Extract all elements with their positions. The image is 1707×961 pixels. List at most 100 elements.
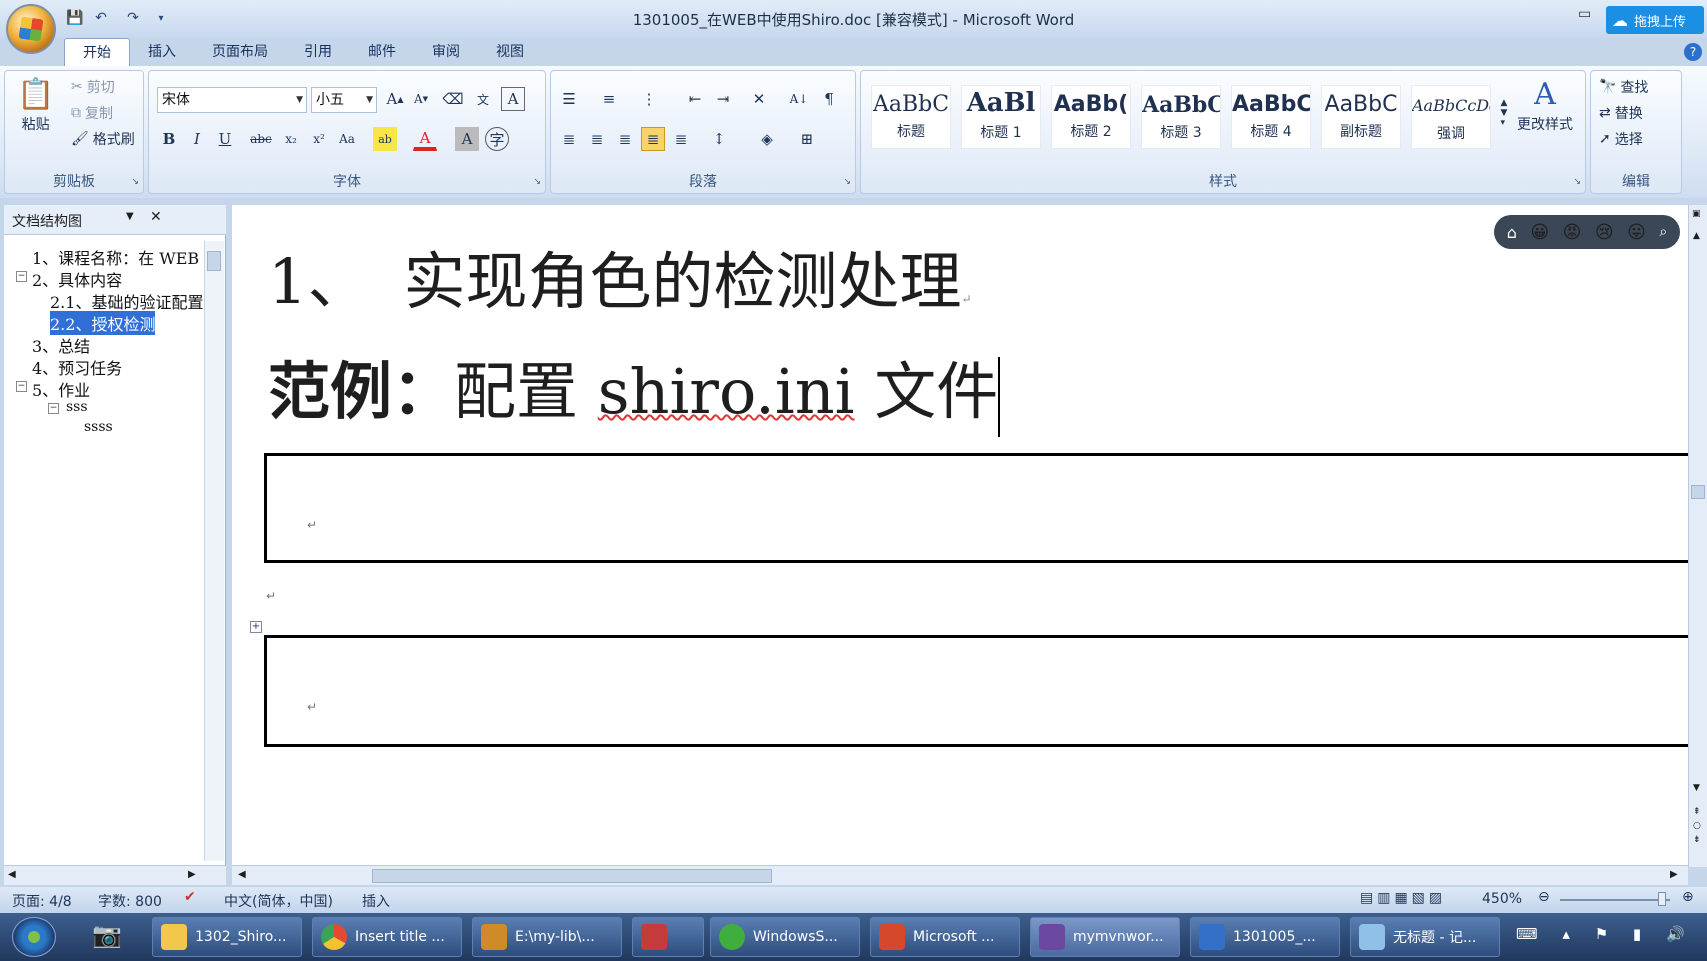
nav-item[interactable]: ssss — [84, 419, 113, 435]
font-name-combo[interactable]: 宋体 ▼ — [157, 87, 307, 113]
style-title[interactable]: AaBbC 标题 — [871, 85, 951, 149]
scroll-thumb[interactable] — [372, 869, 772, 883]
clear-format-icon[interactable]: ⌫ — [441, 87, 465, 111]
phonetic-guide-icon[interactable]: 文 — [471, 87, 495, 111]
dialog-launcher-icon[interactable]: ↘ — [131, 177, 139, 187]
code-table-1[interactable]: ↵ — [264, 453, 1688, 563]
distributed-icon[interactable]: ≣ — [669, 127, 693, 151]
tab-references[interactable]: 引用 — [286, 38, 350, 66]
dialog-launcher-icon[interactable]: ↘ — [843, 177, 851, 187]
font-size-combo[interactable]: 小五 ▼ — [311, 87, 377, 113]
grow-font-icon[interactable]: A ▲ — [383, 87, 407, 111]
format-painter-button[interactable]: 🖌 格式刷 — [71, 129, 135, 149]
zoom-level[interactable]: 450% — [1482, 891, 1522, 907]
show-marks-icon[interactable]: ¶ — [817, 87, 841, 111]
scroll-down-icon[interactable]: ▼ — [1693, 783, 1700, 793]
align-left-icon[interactable]: ≣ — [557, 127, 581, 151]
decrease-indent-icon[interactable]: ⇤ — [683, 87, 707, 111]
browse-object-icon[interactable]: ⇞ ○ ⇟ — [1693, 805, 1701, 847]
document-area[interactable]: ⌂ 😀 😡 😢 😛 ⌕ 1、 实现角色的检测处理↵ 范例：配置 shiro.ini… — [232, 205, 1688, 867]
tab-insert[interactable]: 插入 — [130, 38, 194, 66]
style-heading-3[interactable]: AaBbC 标题 3 — [1141, 85, 1221, 149]
code-table-2[interactable]: ↵ — [264, 635, 1688, 747]
tab-home[interactable]: 开始 — [64, 38, 130, 66]
align-center-icon[interactable]: ≣ — [585, 127, 609, 151]
taskbar-item[interactable]: Insert title ... — [312, 917, 462, 957]
taskbar-item[interactable]: 1301005_... — [1190, 917, 1340, 957]
view-buttons[interactable]: ▤▥▦▧▨ — [1360, 890, 1446, 906]
char-shading-icon[interactable]: A — [455, 127, 479, 151]
shrink-font-icon[interactable]: A ▼ — [409, 87, 433, 111]
home-icon[interactable]: ⌂ — [1507, 223, 1517, 242]
zoom-slider[interactable] — [1560, 899, 1670, 901]
angry-icon[interactable]: 😡 — [1563, 222, 1582, 243]
scroll-thumb[interactable] — [207, 251, 221, 271]
close-icon[interactable]: ✕ — [150, 209, 162, 225]
enclose-char-icon[interactable]: 字 — [485, 127, 509, 151]
nav-item[interactable]: 3、总结 — [32, 333, 90, 357]
taskbar-item[interactable]: Microsoft ... — [870, 917, 1020, 957]
style-heading-1[interactable]: AaBl 标题 1 — [961, 85, 1041, 149]
taskbar-item[interactable]: WindowsS... — [710, 917, 860, 957]
start-button[interactable] — [12, 917, 56, 957]
bold-icon[interactable]: B — [157, 127, 181, 151]
collapse-icon[interactable]: − — [16, 381, 27, 392]
dialog-launcher-icon[interactable]: ↘ — [1573, 177, 1581, 187]
change-case-icon[interactable]: Aa — [335, 127, 359, 151]
word-count[interactable]: 字数: 800 — [98, 891, 162, 911]
taskbar-item[interactable] — [632, 917, 704, 957]
styles-scroll-icon[interactable]: ▲ ▼ ▾ — [1497, 81, 1511, 145]
tab-page-layout[interactable]: 页面布局 — [194, 38, 286, 66]
office-button[interactable] — [6, 4, 56, 54]
line-spacing-icon[interactable]: ↕ — [707, 127, 731, 151]
nav-item[interactable]: 1、课程名称：在 WEB — [32, 245, 199, 269]
collapse-icon[interactable]: − — [16, 271, 27, 282]
font-color-icon[interactable]: A — [413, 127, 437, 151]
nav-horizontal-scrollbar[interactable]: ◀ ▶ — [4, 865, 226, 885]
minimize-icon[interactable]: ▭ — [1578, 6, 1591, 26]
scroll-thumb[interactable] — [1691, 485, 1705, 499]
search-icon[interactable]: ⌕ — [1659, 224, 1667, 240]
paste-button[interactable]: 📋 粘贴 — [17, 77, 54, 134]
taskbar-item[interactable]: 无标题 - 记... — [1350, 917, 1500, 957]
system-tray[interactable]: ⌨ ▴ ⚑ ▮ 🔊 — [1516, 925, 1695, 943]
shading-icon[interactable]: ◈ — [755, 127, 779, 151]
multilevel-list-icon[interactable]: ⋮ — [637, 87, 661, 111]
style-heading-4[interactable]: AaBbC 标题 4 — [1231, 85, 1311, 149]
taskbar-item[interactable]: E:\my-lib\... — [472, 917, 622, 957]
nav-scrollbar[interactable] — [204, 241, 224, 861]
style-heading-2[interactable]: AaBb(标题 2 — [1051, 85, 1131, 149]
copy-button[interactable]: ⧉ 复制 — [71, 103, 113, 123]
language[interactable]: 中文(简体，中国) — [224, 891, 333, 911]
scroll-right-icon[interactable]: ▶ — [188, 869, 196, 880]
nav-item[interactable]: 4、预习任务 — [32, 355, 122, 379]
chevron-down-icon[interactable]: ▼ — [126, 211, 134, 222]
nav-item[interactable]: 5、作业 — [32, 377, 90, 401]
page-count[interactable]: 页面: 4/8 — [12, 891, 72, 911]
style-emphasis[interactable]: AaBbCcDd 强调 — [1411, 85, 1491, 149]
char-border-icon[interactable]: A — [501, 87, 525, 111]
horizontal-scrollbar[interactable]: ◀ ▶ — [232, 865, 1688, 885]
underline-icon[interactable]: U — [213, 127, 237, 151]
tab-mailings[interactable]: 邮件 — [350, 38, 414, 66]
sad-icon[interactable]: 😢 — [1595, 222, 1614, 243]
italic-icon[interactable]: I — [185, 127, 209, 151]
align-right-icon[interactable]: ≣ — [613, 127, 637, 151]
sort-icon[interactable]: A↓ — [787, 87, 811, 111]
taskbar-item[interactable]: mymvnwor... — [1030, 917, 1180, 957]
proofing-icon[interactable]: ✔ — [184, 889, 196, 905]
change-styles-button[interactable]: A 更改样式 — [1517, 77, 1573, 134]
insert-mode[interactable]: 插入 — [362, 891, 390, 911]
zoom-slider-thumb[interactable] — [1658, 892, 1666, 906]
zoom-out-icon[interactable]: ⊖ — [1538, 889, 1550, 905]
increase-indent-icon[interactable]: ⇥ — [711, 87, 735, 111]
nav-item[interactable]: 2、具体内容 — [32, 267, 122, 291]
help-icon[interactable]: ? — [1684, 43, 1702, 61]
zoom-in-icon[interactable]: ⊕ — [1682, 889, 1694, 905]
scroll-left-icon[interactable]: ◀ — [238, 869, 246, 880]
taskbar-item[interactable]: 1302_Shiro... — [152, 917, 302, 957]
vertical-scrollbar[interactable]: ▣ ▲ ▼ ⇞ ○ ⇟ — [1688, 205, 1707, 867]
dialog-launcher-icon[interactable]: ↘ — [533, 177, 541, 187]
tab-review[interactable]: 审阅 — [414, 38, 478, 66]
select-button[interactable]: ➚ 选择 — [1599, 129, 1643, 149]
